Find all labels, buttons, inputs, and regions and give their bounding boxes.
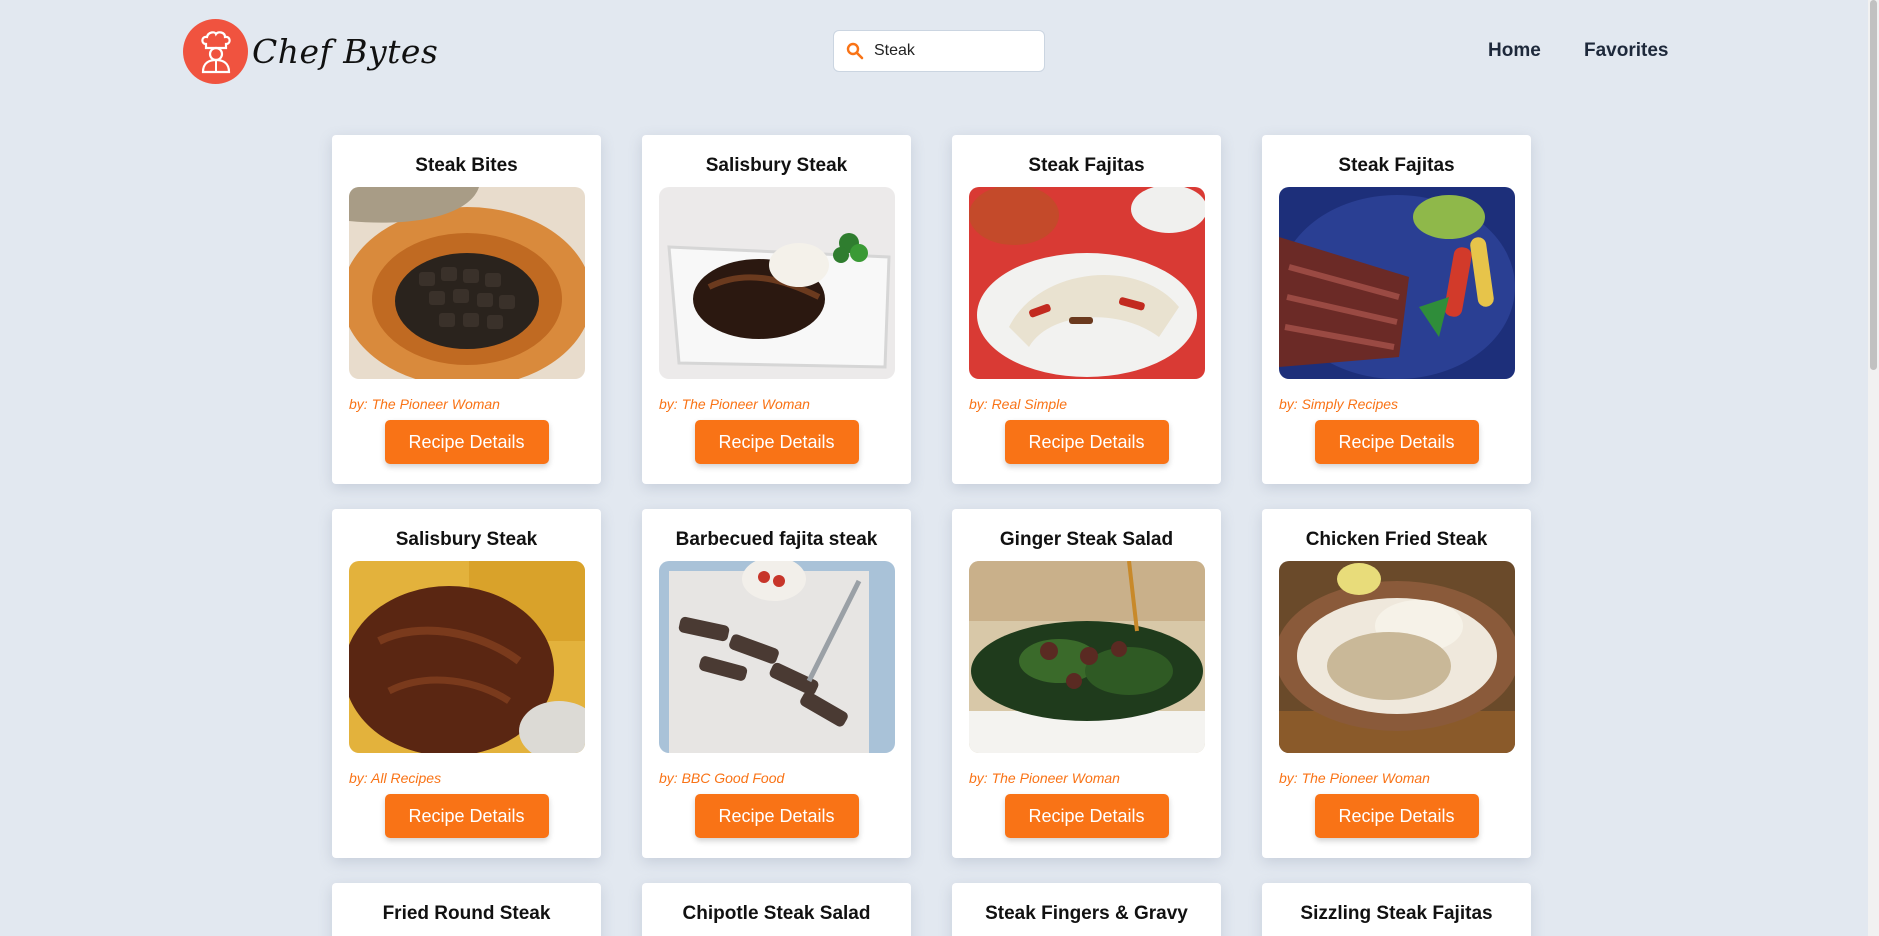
search-icon bbox=[846, 41, 866, 61]
page-scrollbar[interactable] bbox=[1868, 0, 1879, 936]
nav-favorites-link[interactable]: Favorites bbox=[1584, 40, 1668, 62]
recipe-image[interactable] bbox=[1278, 561, 1515, 753]
brand-name: Chef Bytes bbox=[252, 32, 439, 71]
recipe-card: Barbecued fajita steak by: BBC Good Food… bbox=[642, 509, 911, 858]
recipe-details-button[interactable]: Recipe Details bbox=[1314, 420, 1479, 464]
recipe-card: Steak Fajitas by: Real Simple Recipe Det… bbox=[952, 135, 1221, 484]
recipe-author: by: The Pioneer Woman bbox=[659, 396, 810, 412]
nav-home-link[interactable]: Home bbox=[1488, 40, 1541, 62]
recipe-title: Sizzling Steak Fajitas bbox=[1300, 903, 1493, 924]
recipe-title: Steak Fingers & Gravy bbox=[985, 903, 1188, 924]
recipe-card: Salisbury Steak by: All Recipes Recipe D… bbox=[332, 509, 601, 858]
recipe-title: Steak Fajitas bbox=[1028, 155, 1145, 176]
recipe-title: Ginger Steak Salad bbox=[999, 529, 1174, 550]
recipe-title: Salisbury Steak bbox=[705, 155, 848, 176]
brand-logo[interactable]: Chef Bytes bbox=[183, 19, 438, 84]
recipe-author: by: The Pioneer Woman bbox=[1279, 770, 1430, 786]
recipe-details-button[interactable]: Recipe Details bbox=[1314, 794, 1479, 838]
recipe-title: Salisbury Steak bbox=[395, 529, 538, 550]
recipe-author: by: All Recipes bbox=[349, 770, 442, 786]
recipe-image[interactable] bbox=[348, 561, 585, 753]
site-header: Chef Bytes Home Favorites bbox=[0, 0, 1868, 105]
chef-icon bbox=[183, 19, 248, 84]
recipe-card: Fried Round Steak bbox=[332, 883, 601, 936]
recipe-image[interactable] bbox=[968, 187, 1205, 379]
recipe-title: Chipotle Steak Salad bbox=[682, 903, 871, 924]
recipe-card: Steak Bites by: The Pioneer Woman Recipe… bbox=[332, 135, 601, 484]
recipe-card: Steak Fajitas by: Simply Recipes Recipe … bbox=[1262, 135, 1531, 484]
recipe-author: by: The Pioneer Woman bbox=[969, 770, 1120, 786]
search-box[interactable] bbox=[833, 30, 1045, 72]
recipe-author: by: The Pioneer Woman bbox=[349, 396, 500, 412]
recipe-card: Ginger Steak Salad by: The Pioneer Woman… bbox=[952, 509, 1221, 858]
recipe-image[interactable] bbox=[968, 561, 1205, 753]
recipe-details-button[interactable]: Recipe Details bbox=[694, 794, 859, 838]
recipe-image[interactable] bbox=[348, 187, 585, 379]
recipe-image[interactable] bbox=[658, 187, 895, 379]
recipe-title: Chicken Fried Steak bbox=[1305, 529, 1488, 550]
recipe-grid: Steak Bites by: The Pioneer Woman Recipe… bbox=[332, 135, 1532, 936]
scrollbar-thumb[interactable] bbox=[1870, 0, 1877, 370]
recipe-details-button[interactable]: Recipe Details bbox=[384, 420, 549, 464]
recipe-details-button[interactable]: Recipe Details bbox=[1004, 794, 1169, 838]
recipe-details-button[interactable]: Recipe Details bbox=[384, 794, 549, 838]
search-input[interactable] bbox=[874, 42, 1034, 60]
recipe-card: Salisbury Steak by: The Pioneer Woman Re… bbox=[642, 135, 911, 484]
main-nav: Home bbox=[1488, 40, 1541, 62]
recipe-title: Fried Round Steak bbox=[382, 903, 551, 924]
recipe-image[interactable] bbox=[1278, 187, 1515, 379]
recipe-author: by: BBC Good Food bbox=[659, 770, 785, 786]
recipe-title: Barbecued fajita steak bbox=[675, 529, 878, 550]
recipe-details-button[interactable]: Recipe Details bbox=[1004, 420, 1169, 464]
recipe-title: Steak Bites bbox=[415, 155, 518, 176]
recipe-image[interactable] bbox=[658, 561, 895, 753]
recipe-details-button[interactable]: Recipe Details bbox=[694, 420, 859, 464]
recipe-title: Steak Fajitas bbox=[1338, 155, 1455, 176]
recipe-card: Chicken Fried Steak by: The Pioneer Woma… bbox=[1262, 509, 1531, 858]
recipe-card: Steak Fingers & Gravy bbox=[952, 883, 1221, 936]
recipe-author: by: Real Simple bbox=[969, 396, 1068, 412]
recipe-author: by: Simply Recipes bbox=[1279, 396, 1399, 412]
recipe-card: Chipotle Steak Salad bbox=[642, 883, 911, 936]
main-nav-favorites: Favorites bbox=[1584, 40, 1668, 62]
recipe-card: Sizzling Steak Fajitas bbox=[1262, 883, 1531, 936]
